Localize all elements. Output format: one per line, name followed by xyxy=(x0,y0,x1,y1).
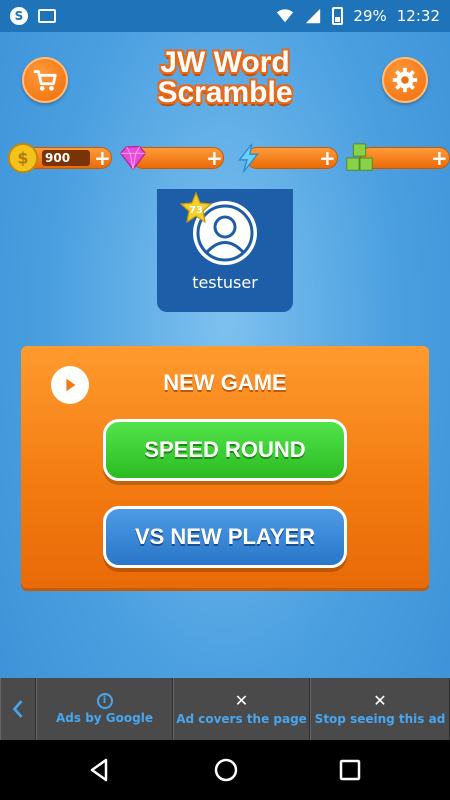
settings-button[interactable] xyxy=(382,57,428,103)
ads-by-google-label: Ads by Google xyxy=(56,711,153,725)
app-title-line1: JW Word xyxy=(160,46,290,79)
back-triangle-icon[interactable] xyxy=(86,756,114,784)
signal-icon xyxy=(306,8,321,24)
wifi-icon xyxy=(277,9,294,23)
svg-text:$: $ xyxy=(17,149,28,168)
ad-covers-page-button[interactable]: ✕ Ad covers the page xyxy=(173,678,310,740)
vs-new-player-button[interactable]: VS NEW PLAYER xyxy=(103,506,347,568)
status-bar: S 29% 12:32 xyxy=(0,0,450,32)
app-title: JW Word Scramble xyxy=(110,48,340,108)
shop-button[interactable] xyxy=(22,57,68,103)
image-icon xyxy=(38,9,56,23)
lightning-icon xyxy=(232,141,266,175)
profile-card[interactable]: testuser xyxy=(157,189,293,312)
level-star-icon: 73 xyxy=(180,192,212,224)
battery-icon xyxy=(332,7,344,25)
navigation-bar xyxy=(0,740,450,800)
add-coins-button[interactable]: + xyxy=(94,148,111,168)
gear-icon xyxy=(392,67,418,93)
level-number: 73 xyxy=(189,205,203,216)
app-title-line2: Scramble xyxy=(157,76,293,109)
ad-back-button[interactable] xyxy=(0,678,36,740)
ad-covers-label: Ad covers the page xyxy=(176,712,307,726)
new-game-title: NEW GAME xyxy=(163,370,287,395)
ads-by-google-button[interactable]: i Ads by Google xyxy=(36,678,173,740)
info-icon: i xyxy=(96,693,113,709)
stop-seeing-label: Stop seeing this ad xyxy=(314,712,446,726)
home-circle-icon[interactable] xyxy=(212,756,240,784)
username: testuser xyxy=(192,273,258,292)
add-gems-button[interactable]: + xyxy=(206,148,223,168)
speed-round-button[interactable]: SPEED ROUND xyxy=(103,419,347,481)
add-energy-button[interactable]: + xyxy=(319,148,336,168)
recent-apps-icon[interactable] xyxy=(336,756,364,784)
ad-bar: i Ads by Google ✕ Ad covers the page ✕ S… xyxy=(0,678,450,740)
letter-blocks-icon xyxy=(343,141,377,175)
add-hints-button[interactable]: + xyxy=(431,148,448,168)
gem-icon xyxy=(116,141,150,175)
clock: 12:32 xyxy=(396,7,440,25)
close-icon: ✕ xyxy=(373,691,387,710)
chevron-left-icon xyxy=(12,700,23,718)
close-icon: ✕ xyxy=(234,691,249,710)
coin-icon: $ xyxy=(6,141,40,175)
battery-percent: 29% xyxy=(353,7,387,25)
skype-icon: S xyxy=(10,7,28,25)
stop-seeing-ad-button[interactable]: ✕ Stop seeing this ad xyxy=(310,678,450,740)
coin-count: 900 xyxy=(42,150,90,166)
shopping-cart-icon xyxy=(33,70,57,91)
new-game-panel: NEW GAME SPEED ROUND VS NEW PLAYER xyxy=(21,346,429,588)
